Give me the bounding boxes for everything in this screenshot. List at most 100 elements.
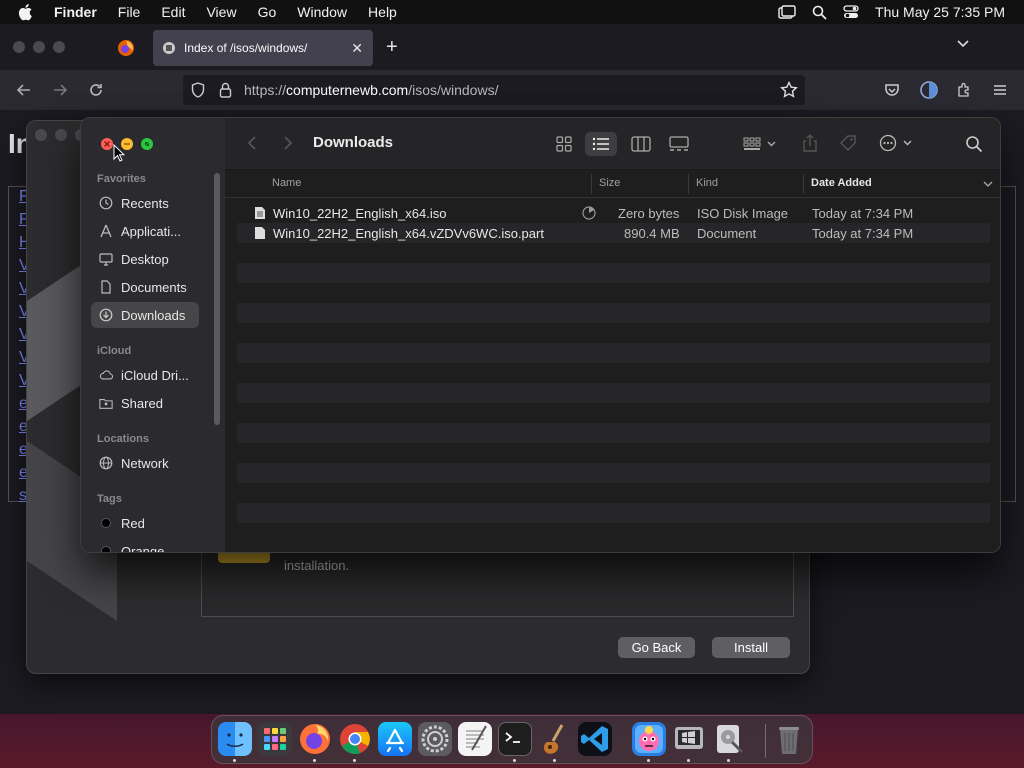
column-header-size[interactable]: Size: [599, 177, 620, 189]
sidebar-item-label: iCloud Dri...: [121, 367, 189, 383]
firefox-view-icon[interactable]: [116, 38, 136, 58]
menu-app-name[interactable]: Finder: [54, 4, 97, 20]
browser-minimize-button[interactable]: [33, 41, 45, 53]
document-icon: [99, 280, 113, 294]
sidebar-scrollbar[interactable]: [214, 173, 220, 425]
installer-close-button[interactable]: [35, 129, 47, 141]
column-header-name[interactable]: Name: [272, 177, 301, 189]
url-text[interactable]: https://computernewb.com/isos/windows/: [244, 82, 498, 98]
spotlight-search-icon[interactable]: [812, 5, 827, 20]
gallery-view-icon[interactable]: [668, 136, 690, 152]
menu-go[interactable]: Go: [258, 4, 277, 20]
search-icon[interactable]: [965, 135, 983, 153]
file-row[interactable]: Win10_22H2_English_x64.vZDVv6WC.iso.part…: [237, 223, 990, 243]
menu-help[interactable]: Help: [368, 4, 397, 20]
sidebar-item-label: Desktop: [121, 251, 169, 267]
menu-bar: Finder File Edit View Go Window Help Thu…: [0, 0, 1024, 24]
sort-chevron-icon[interactable]: [983, 180, 993, 188]
installer-minimize-button[interactable]: [55, 129, 67, 141]
share-icon[interactable]: [802, 134, 818, 152]
file-row[interactable]: Win10_22H2_English_x64.iso Zero bytes IS…: [237, 203, 990, 223]
sidebar-item-downloads[interactable]: Downloads: [91, 302, 199, 328]
forward-chevron-icon[interactable]: [283, 135, 293, 151]
system-settings-icon[interactable]: [418, 722, 452, 756]
install-button[interactable]: Install: [712, 637, 790, 658]
menu-view[interactable]: View: [206, 4, 236, 20]
url-bar[interactable]: https://computernewb.com/isos/windows/: [183, 75, 805, 105]
close-tab-icon[interactable]: ✕: [351, 40, 363, 57]
sidebar-item-tag-red[interactable]: Red: [91, 510, 199, 536]
list-view-button[interactable]: [585, 132, 617, 156]
vscode-icon[interactable]: [578, 722, 612, 756]
launchpad-icon[interactable]: [258, 722, 292, 756]
back-chevron-icon[interactable]: [247, 135, 257, 151]
pocket-icon[interactable]: [884, 82, 900, 98]
tag-icon[interactable]: [839, 134, 857, 152]
installer-message-text: installation.: [284, 558, 350, 573]
new-tab-button[interactable]: +: [386, 36, 398, 59]
browser-zoom-button[interactable]: [53, 41, 65, 53]
column-header-date-added[interactable]: Date Added: [811, 177, 872, 189]
trash-icon[interactable]: [772, 722, 806, 756]
finder-icon[interactable]: [218, 722, 252, 756]
sidebar-item-documents[interactable]: Documents: [91, 274, 199, 300]
column-header-kind[interactable]: Kind: [696, 177, 718, 189]
mascot-app-icon[interactable]: [632, 722, 666, 756]
empty-row: [237, 463, 990, 483]
menu-window[interactable]: Window: [297, 4, 347, 20]
finder-window: Favorites Recents Applicati... Desktop D…: [80, 117, 1001, 553]
running-indicator: [233, 759, 236, 762]
forward-arrow-icon[interactable]: [52, 82, 68, 98]
menu-clock[interactable]: Thu May 25 7:35 PM: [875, 4, 1005, 20]
lock-icon[interactable]: [219, 82, 232, 98]
more-actions-icon[interactable]: [879, 134, 915, 152]
finder-sidebar: Favorites Recents Applicati... Desktop D…: [81, 118, 225, 552]
chevron-down-icon[interactable]: [956, 39, 970, 49]
sidebar-item-applications[interactable]: Applicati...: [91, 218, 199, 244]
chrome-icon[interactable]: [338, 722, 372, 756]
boot-camp-assistant-icon[interactable]: [672, 722, 706, 756]
group-by-icon[interactable]: [743, 136, 779, 152]
tab-active[interactable]: Index of /isos/windows/ ✕: [153, 30, 373, 66]
firefox-icon[interactable]: [298, 722, 332, 756]
icon-view-icon[interactable]: [556, 136, 572, 152]
empty-row: [237, 503, 990, 523]
sidebar-item-shared[interactable]: Shared: [91, 390, 199, 416]
column-divider[interactable]: [591, 174, 592, 194]
column-divider[interactable]: [688, 174, 689, 194]
menu-file[interactable]: File: [118, 4, 141, 20]
textedit-icon[interactable]: [458, 722, 492, 756]
menu-edit[interactable]: Edit: [161, 4, 185, 20]
clock-icon: [99, 196, 113, 210]
sidebar-item-icloud-drive[interactable]: iCloud Dri...: [91, 362, 199, 388]
apple-icon[interactable]: [18, 3, 38, 21]
list-view-icon: [592, 137, 609, 151]
close-button[interactable]: [101, 138, 113, 150]
applications-icon: [99, 224, 113, 238]
disk-utility-icon[interactable]: [712, 722, 746, 756]
navigation-toolbar: https://computernewb.com/isos/windows/: [0, 70, 1024, 110]
column-view-icon[interactable]: [631, 136, 651, 152]
sidebar-item-desktop[interactable]: Desktop: [91, 246, 199, 272]
hamburger-menu-icon[interactable]: [992, 82, 1008, 98]
column-header-row: Name Size Kind Date Added: [225, 170, 1000, 198]
sidebar-item-tag-orange[interactable]: Orange: [91, 538, 199, 552]
zoom-button[interactable]: [141, 138, 153, 150]
sidebar-item-recents[interactable]: Recents: [91, 190, 199, 216]
account-icon[interactable]: [919, 80, 939, 100]
sidebar-item-network[interactable]: Network: [91, 450, 199, 476]
extensions-icon[interactable]: [956, 82, 972, 98]
bookmark-star-icon[interactable]: [780, 81, 798, 99]
back-arrow-icon[interactable]: [16, 82, 32, 98]
control-center-icon[interactable]: [843, 5, 859, 19]
tracking-shield-icon[interactable]: [191, 82, 205, 98]
app-store-icon[interactable]: [378, 722, 412, 756]
go-back-button[interactable]: Go Back: [618, 637, 695, 658]
reload-icon[interactable]: [88, 82, 104, 98]
instruments-icon[interactable]: [538, 722, 572, 756]
column-divider[interactable]: [803, 174, 804, 194]
browser-close-button[interactable]: [13, 41, 25, 53]
terminal-icon[interactable]: [498, 722, 532, 756]
sidebar-item-label: Network: [121, 455, 169, 471]
screen-mirroring-icon[interactable]: [778, 5, 796, 19]
